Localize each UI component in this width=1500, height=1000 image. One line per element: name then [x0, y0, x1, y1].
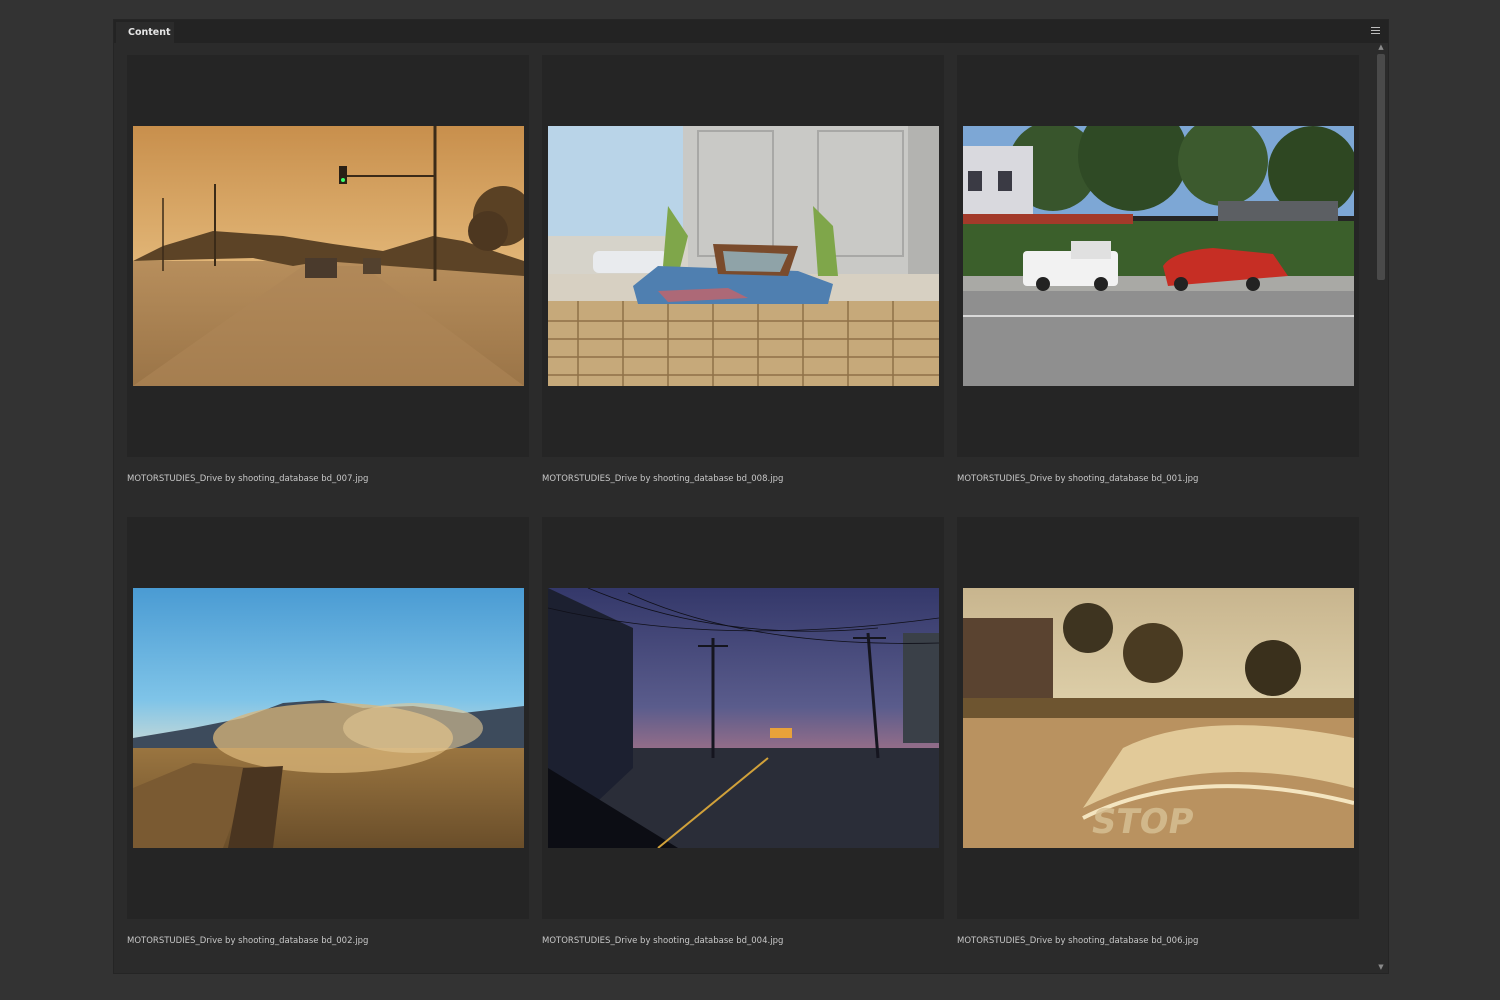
thumbnail-filename: MOTORSTUDIES_Drive by shooting_database … — [127, 474, 369, 484]
thumbnail-filename: MOTORSTUDIES_Drive by shooting_database … — [542, 936, 784, 946]
thumbnail-grid: MOTORSTUDIES_Drive by shooting_database … — [114, 20, 1374, 975]
thumbnail-frame[interactable] — [542, 517, 944, 919]
thumbnail-filename: MOTORSTUDIES_Drive by shooting_database … — [127, 936, 369, 946]
thumbnail-image[interactable] — [133, 126, 524, 386]
chevron-down-icon[interactable]: ▼ — [1377, 963, 1385, 971]
thumbnail-filename: MOTORSTUDIES_Drive by shooting_database … — [957, 936, 1199, 946]
thumbnail-filename: MOTORSTUDIES_Drive by shooting_database … — [542, 474, 784, 484]
thumbnail-image[interactable]: STOP — [963, 588, 1354, 848]
thumbnail-frame[interactable] — [957, 55, 1359, 457]
chevron-up-icon[interactable]: ▲ — [1377, 43, 1385, 51]
thumbnail-image[interactable] — [963, 126, 1354, 386]
scrollbar-thumb[interactable] — [1377, 54, 1385, 280]
thumbnail-image[interactable] — [548, 588, 939, 848]
thumbnail-frame[interactable] — [127, 55, 529, 457]
content-panel: Content MOTORSTUDIES_Drive by shooting_d… — [113, 19, 1389, 974]
thumbnail-filename: MOTORSTUDIES_Drive by shooting_database … — [957, 474, 1199, 484]
svg-text:STOP: STOP — [1088, 802, 1196, 842]
thumbnail-frame[interactable] — [127, 517, 529, 919]
thumbnail-image[interactable] — [133, 588, 524, 848]
thumbnail-frame[interactable] — [542, 55, 944, 457]
vertical-scrollbar[interactable]: ▲ ▼ — [1374, 43, 1388, 973]
thumbnail-image[interactable] — [548, 126, 939, 386]
thumbnail-frame[interactable]: STOP — [957, 517, 1359, 919]
